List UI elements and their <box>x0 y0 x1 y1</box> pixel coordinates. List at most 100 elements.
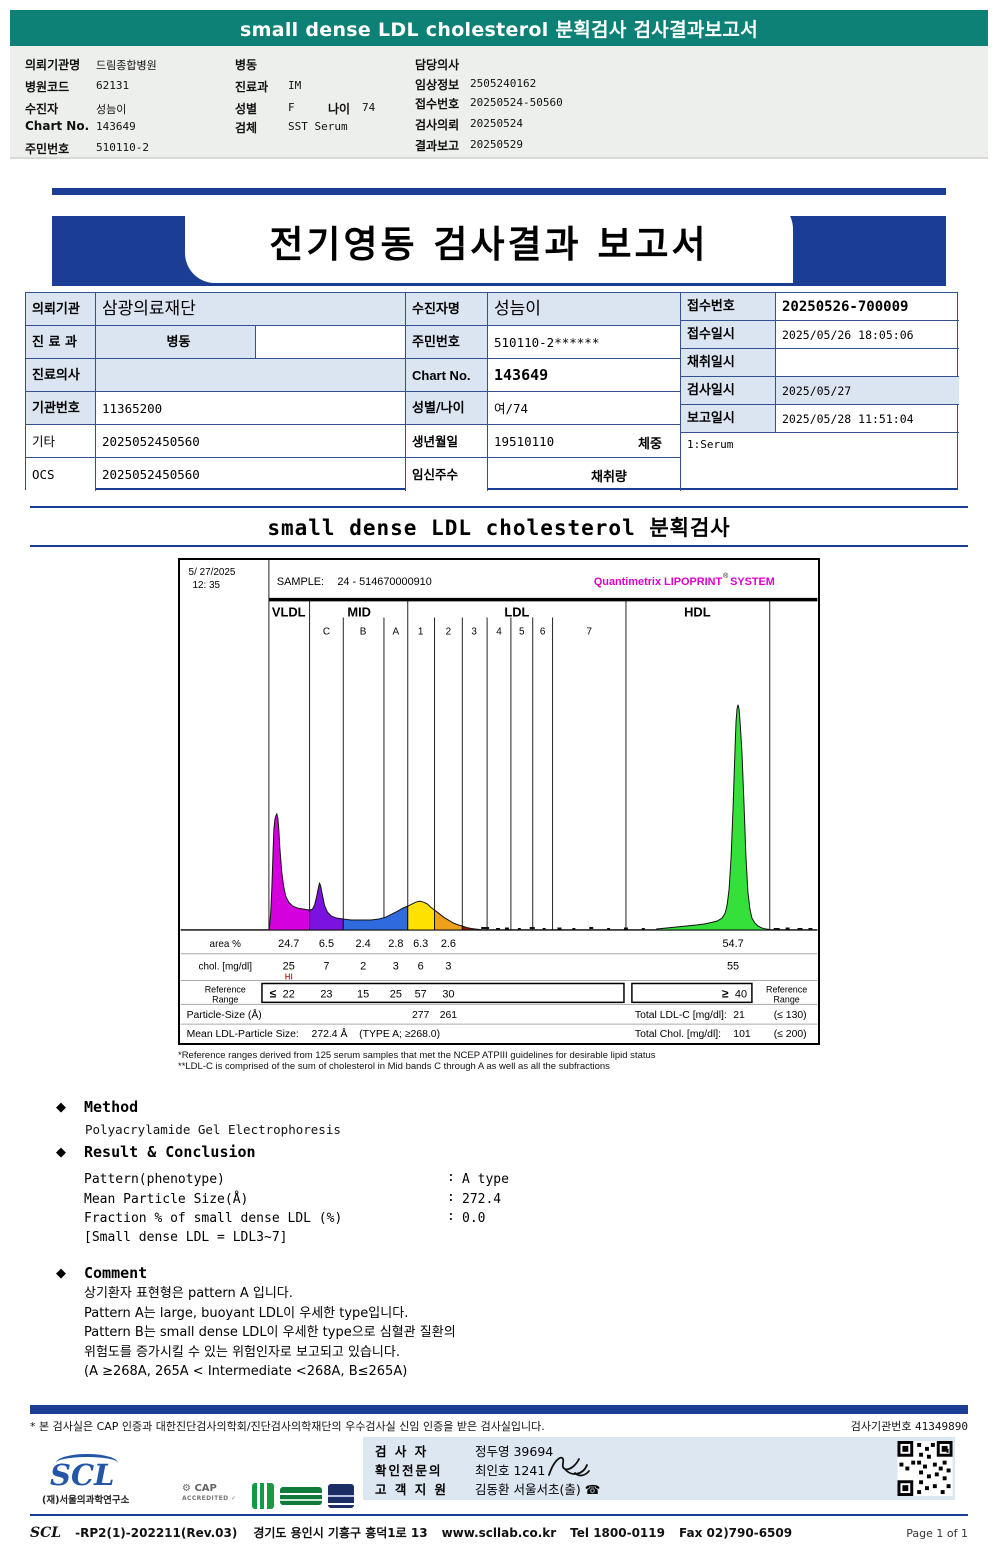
chart-date: 5/ 27/2025 <box>189 567 236 578</box>
table-value: 2025/05/26 18:05:06 <box>776 321 959 349</box>
band-label: 1 <box>418 626 424 637</box>
result-row-value: 0.0 <box>462 1211 486 1226</box>
total-chol-ref: (≤ 200) <box>774 1029 807 1040</box>
comment-title: Comment <box>84 1264 148 1282</box>
info-value: IM <box>288 79 302 92</box>
serum-note: 1:Serum <box>687 438 734 451</box>
sample-label: SAMPLE: <box>277 576 324 588</box>
table-value: 510110-2****** <box>488 326 681 359</box>
diamond-bullet-icon: ◆ <box>56 1266 66 1281</box>
diamond-bullet-icon: ◆ <box>56 1100 66 1115</box>
total-chol-value: 101 <box>733 1029 751 1040</box>
section-title: small dense LDL cholesterol 분획검사 <box>267 516 731 540</box>
table-label: OCS <box>26 458 96 491</box>
scl-wordmark: SCL <box>30 1525 62 1541</box>
comment-line: Pattern B는 small dense LDL이 우세한 type으로 심… <box>84 1325 456 1340</box>
info-value: 510110-2 <box>96 141 149 154</box>
info-value: 62131 <box>96 79 130 92</box>
comment-line: (A ≥268A, 265A < Intermediate <268A, B≤2… <box>84 1364 408 1379</box>
ref-value: 25 <box>390 988 402 1000</box>
info-label: 검체 <box>235 121 258 135</box>
info-label: 임상정보 <box>415 78 460 92</box>
chart-footnote-2: **LDL-C is comprised of the sum of chole… <box>178 1061 610 1072</box>
region-label-hdl: HDL <box>684 605 711 620</box>
accreditation-logo-green <box>252 1483 274 1509</box>
report-page: small dense LDL cholesterol 분획검사 검사결과보고서… <box>0 0 998 1564</box>
area-value: 6.3 <box>413 938 428 950</box>
band-label: A <box>393 626 400 637</box>
table-label: 기타 <box>26 425 96 458</box>
chol-value: 7 <box>323 961 329 973</box>
particle-size-value: 277 <box>412 1010 430 1021</box>
address-text: 경기도 용인시 기흥구 흥덕1로 13 <box>253 1526 428 1540</box>
table-label: 검사일시 <box>681 377 776 405</box>
info-label: 진료과 <box>235 80 269 94</box>
info-value: 20250524 <box>470 117 523 130</box>
section-rule-bottom <box>30 545 968 547</box>
total-ldl-ref: (≤ 130) <box>774 1010 807 1021</box>
band-label: C <box>323 626 330 637</box>
lipoprint-chart: 5/ 27/2025 12: 35 SAMPLE: 24 - 514670000… <box>180 560 818 1040</box>
certification-text: * 본 검사실은 CAP 인증과 대한진단검사의학회/진단검사의학재단의 우수검… <box>30 1420 545 1433</box>
fax-text: Fax 02)790-6509 <box>678 1526 793 1540</box>
particle-size-value: 261 <box>440 1010 458 1021</box>
staff-label: 고 객 지 원 <box>375 1482 449 1497</box>
tel-text: Tel 1800-0119 <box>570 1526 665 1540</box>
table-label: 임신주수 <box>406 458 488 491</box>
band-label: 7 <box>586 626 592 637</box>
table-value: 20250526-700009 <box>776 293 959 321</box>
website-text: www.scllab.co.kr <box>441 1526 557 1540</box>
total-ldl-value: 21 <box>733 1010 745 1021</box>
table-value: 여/74 <box>488 392 681 425</box>
registered-mark-icon: ® <box>723 572 728 580</box>
band-label: 6 <box>540 626 546 637</box>
greater-equal-icon: ≥ <box>722 986 729 1000</box>
info-label: 성별 <box>235 102 258 116</box>
brand-name: Quantimetrix LIPOPRINT <box>594 576 723 588</box>
comment-body: 상기환자 표현형은 pattern A 입니다. Pattern A는 larg… <box>84 1284 624 1382</box>
info-label: Chart No. <box>25 119 90 133</box>
banner-title-box: 전기영동 검사결과 보고서 <box>185 199 793 283</box>
info-label: 담당의사 <box>415 58 460 72</box>
mean-size-value: 272.4 Å <box>312 1027 348 1040</box>
result-title: Result & Conclusion <box>84 1143 256 1161</box>
result-note: [Small dense LDL = LDL3~7] <box>84 1230 288 1245</box>
brand-system: SYSTEM <box>730 576 775 588</box>
info-value: 성늠이 <box>96 103 127 116</box>
chol-value: 55 <box>727 961 739 973</box>
ref-value: 57 <box>415 988 427 1000</box>
table-label: 수진자명 <box>406 293 488 326</box>
patient-table: 의뢰기관 삼광의료재단 진 료 과 병동 진료의사 기관번호 11365200 … <box>25 292 959 491</box>
ref-range-label: Range <box>212 994 238 1004</box>
ref-value: 22 <box>283 988 295 1000</box>
info-label: 접수번호 <box>415 97 460 111</box>
info-label: 의뢰기관명 <box>25 58 81 72</box>
chol-row-label: chol. [mg/dl] <box>199 962 253 973</box>
doc-code: -RP2(1)-202211(Rev.03) <box>75 1526 238 1540</box>
footer-rule <box>30 1405 968 1414</box>
sample-id: 24 - 514670000910 <box>337 576 431 588</box>
info-label: 나이 <box>328 102 351 116</box>
table-value: 삼광의료재단 <box>96 293 406 326</box>
table-label: 생년월일 <box>406 425 488 458</box>
particle-size-label: Particle-Size (Å) <box>187 1008 262 1021</box>
table-label: 성별/나이 <box>406 392 488 425</box>
table-value: 2025052450560 <box>96 425 406 458</box>
accreditation-logo-eqa <box>280 1487 322 1505</box>
ref-value: 15 <box>357 988 369 1000</box>
table-label: 의뢰기관 <box>26 293 96 326</box>
signature-icon <box>548 1456 590 1477</box>
report-header-bar: small dense LDL cholesterol 분획검사 검사결과보고서 <box>10 10 988 46</box>
accreditation-logo-anab <box>328 1484 354 1508</box>
banner-title: 전기영동 검사결과 보고서 <box>269 223 709 266</box>
area-value: 24.7 <box>278 938 299 950</box>
chol-value: 2 <box>360 961 366 973</box>
result-row-colon: : <box>447 1209 455 1224</box>
table-label: 접수번호 <box>681 293 776 321</box>
address-row: SCL -RP2(1)-202211(Rev.03) 경기도 용인시 기흥구 흥덕… <box>30 1524 968 1541</box>
ref-range-label: Reference <box>205 984 246 994</box>
info-value: 143649 <box>96 120 136 133</box>
area-value: 54.7 <box>722 938 743 950</box>
report-title: small dense LDL cholesterol 분획검사 검사결과보고서 <box>240 18 758 41</box>
chol-value: 6 <box>418 961 424 973</box>
